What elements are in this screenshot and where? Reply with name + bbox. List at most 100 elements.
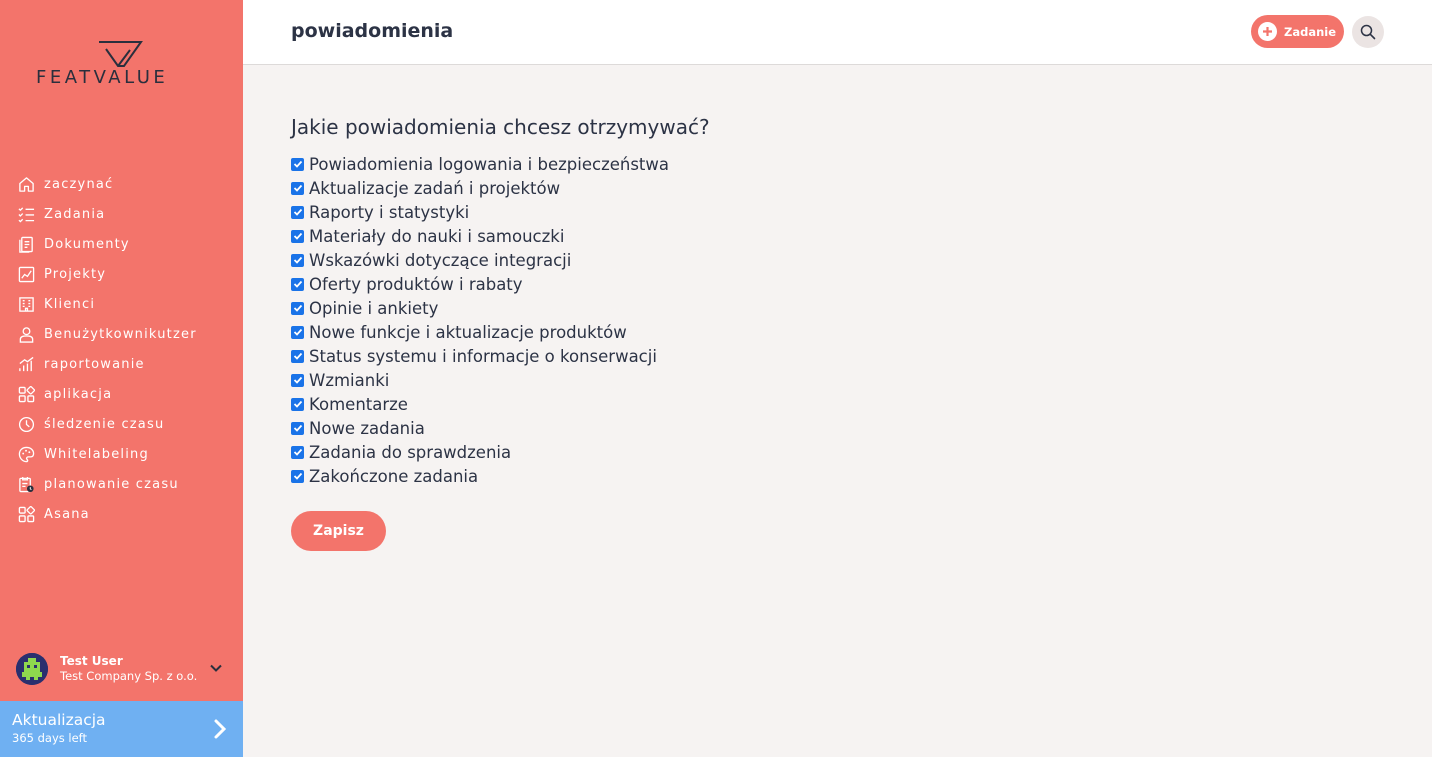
checkmark-icon (293, 472, 302, 480)
notification-option[interactable]: Zadania do sprawdzenia (291, 440, 1391, 464)
notification-option[interactable]: Oferty produktów i rabaty (291, 272, 1391, 296)
search-icon (1360, 24, 1376, 40)
sidebar-item-label: Projekty (44, 266, 107, 282)
sidebar-item-label: Dokumenty (44, 236, 130, 252)
checkbox[interactable] (291, 181, 304, 195)
projects-icon (17, 265, 35, 283)
chevron-right-icon (214, 719, 227, 739)
sidebar-item-asana[interactable]: Asana (0, 499, 243, 529)
user-menu[interactable]: Test User Test Company Sp. z o.o. (16, 650, 231, 688)
user-icon (17, 325, 35, 343)
sidebar-item-label: śledzenie czasu (44, 416, 165, 432)
sidebar-item-label: raportowanie (44, 356, 145, 372)
page-title: powiadomienia (291, 20, 454, 42)
notification-option[interactable]: Powiadomienia logowania i bezpieczeństwa (291, 152, 1391, 176)
logo-mark-icon (99, 41, 143, 67)
checkbox[interactable] (291, 421, 304, 435)
checkmark-icon (293, 184, 302, 192)
checkmark-icon (293, 208, 302, 216)
user-name: Test User (60, 654, 123, 668)
option-label: Raporty i statystyki (309, 202, 470, 222)
checkmark-icon (293, 448, 302, 456)
top-header: powiadomienia Zadanie (243, 0, 1432, 65)
sidebar-item-klienci[interactable]: Klienci (0, 289, 243, 319)
checkbox[interactable] (291, 397, 304, 411)
checkbox[interactable] (291, 157, 304, 171)
notification-settings: Jakie powiadomienia chcesz otrzymywać? P… (291, 115, 1391, 551)
notification-option[interactable]: Nowe funkcje i aktualizacje produktów (291, 320, 1391, 344)
notification-option[interactable]: Nowe zadania (291, 416, 1391, 440)
palette-icon (17, 445, 35, 463)
checkbox[interactable] (291, 253, 304, 267)
option-label: Nowe funkcje i aktualizacje produktów (309, 322, 627, 342)
option-label: Status systemu i informacje o konserwacj… (309, 346, 657, 366)
checkbox[interactable] (291, 325, 304, 339)
checkbox[interactable] (291, 229, 304, 243)
notification-option[interactable]: Materiały do nauki i samouczki (291, 224, 1391, 248)
logo-text: FEATVALUE (36, 67, 169, 88)
report-icon (17, 355, 35, 373)
sidebar-item-label: Benużytkownikutzer (44, 326, 197, 342)
upgrade-banner[interactable]: Aktualizacja 365 days left (0, 701, 243, 757)
checkbox[interactable] (291, 349, 304, 363)
user-info: Test User Test Company Sp. z o.o. (60, 654, 197, 684)
checkbox[interactable] (291, 301, 304, 315)
save-button[interactable]: Zapisz (291, 511, 386, 551)
search-button[interactable] (1352, 16, 1384, 48)
checkmark-icon (293, 304, 302, 312)
avatar (16, 653, 48, 685)
checkmark-icon (293, 256, 302, 264)
notification-option[interactable]: Raporty i statystyki (291, 200, 1391, 224)
home-icon (17, 175, 35, 193)
sidebar-item-planowanie-czasu[interactable]: planowanie czasu (0, 469, 243, 499)
notification-option[interactable]: Opinie i ankiety (291, 296, 1391, 320)
sidebar-nav: zaczynać Zadania Dokumenty Projekty Klie… (0, 169, 243, 529)
checkbox[interactable] (291, 373, 304, 387)
notification-option[interactable]: Komentarze (291, 392, 1391, 416)
documents-icon (17, 235, 35, 253)
sidebar-item-sledzenie-czasu[interactable]: śledzenie czasu (0, 409, 243, 439)
notification-option[interactable]: Status systemu i informacje o konserwacj… (291, 344, 1391, 368)
chevron-down-icon[interactable] (209, 661, 223, 675)
sidebar-item-raportowanie[interactable]: raportowanie (0, 349, 243, 379)
sidebar-item-label: Zadania (44, 206, 106, 222)
checkbox[interactable] (291, 469, 304, 483)
checkmark-icon (293, 232, 302, 240)
option-label: Powiadomienia logowania i bezpieczeństwa (309, 154, 670, 174)
checkbox[interactable] (291, 445, 304, 459)
sidebar-item-zaczynac[interactable]: zaczynać (0, 169, 243, 199)
option-label: Zakończone zadania (309, 466, 479, 486)
sidebar-item-aplikacja[interactable]: aplikacja (0, 379, 243, 409)
plus-icon (1258, 22, 1277, 41)
sidebar-item-label: aplikacja (44, 386, 113, 402)
notification-option[interactable]: Wskazówki dotyczące integracji (291, 248, 1391, 272)
apps-icon (17, 505, 35, 523)
option-label: Nowe zadania (309, 418, 425, 438)
checkbox[interactable] (291, 277, 304, 291)
sidebar-item-label: Klienci (44, 296, 96, 312)
checkbox[interactable] (291, 205, 304, 219)
notification-option[interactable]: Wzmianki (291, 368, 1391, 392)
option-label: Wskazówki dotyczące integracji (309, 250, 572, 270)
sidebar-item-projekty[interactable]: Projekty (0, 259, 243, 289)
sidebar-item-label: Asana (44, 506, 90, 522)
sidebar-item-dokumenty[interactable]: Dokumenty (0, 229, 243, 259)
sidebar-item-label: planowanie czasu (44, 476, 179, 492)
checkmark-icon (293, 400, 302, 408)
notification-option[interactable]: Aktualizacje zadań i projektów (291, 176, 1391, 200)
add-task-button[interactable]: Zadanie (1251, 15, 1344, 48)
checkmark-icon (293, 352, 302, 360)
sidebar: FEATVALUE zaczynać Zadania Dokumenty Pro… (0, 0, 243, 757)
schedule-icon (17, 475, 35, 493)
settings-question: Jakie powiadomienia chcesz otrzymywać? (291, 115, 710, 139)
featvalue-logo[interactable]: FEATVALUE (36, 40, 211, 90)
sidebar-item-label: Whitelabeling (44, 446, 149, 462)
option-label: Komentarze (309, 394, 408, 414)
notification-option[interactable]: Zakończone zadania (291, 464, 1391, 488)
add-task-label: Zadanie (1284, 24, 1337, 39)
sidebar-item-zadania[interactable]: Zadania (0, 199, 243, 229)
sidebar-item-whitelabeling[interactable]: Whitelabeling (0, 439, 243, 469)
checkmark-icon (293, 280, 302, 288)
notification-options: Powiadomienia logowania i bezpieczeństwa… (291, 152, 1391, 488)
sidebar-item-users[interactable]: Benużytkownikutzer (0, 319, 243, 349)
